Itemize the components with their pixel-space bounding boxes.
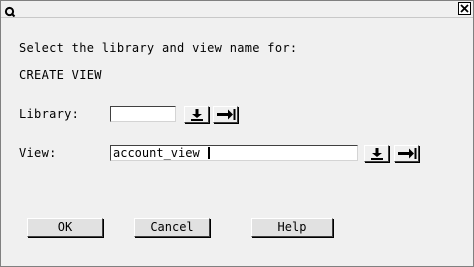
command-text: CREATE VIEW — [19, 68, 102, 82]
help-button[interactable]: Help — [251, 218, 333, 237]
view-input[interactable] — [110, 145, 358, 161]
library-next-button[interactable] — [213, 106, 238, 123]
title-bar-divider — [1, 17, 473, 18]
prompt-text: Select the library and view name for: — [19, 41, 298, 55]
library-input[interactable] — [110, 106, 176, 122]
view-list-button[interactable] — [364, 145, 389, 162]
title-bar — [1, 1, 473, 18]
library-label: Library: — [19, 107, 80, 121]
view-label: View: — [19, 146, 57, 160]
dialog-window: Select the library and view name for: CR… — [0, 0, 474, 267]
arrow-down-to-line-icon — [185, 108, 208, 121]
text-caret — [208, 147, 210, 159]
close-icon — [459, 3, 470, 14]
view-next-button[interactable] — [394, 145, 419, 162]
ok-button[interactable]: OK — [27, 218, 103, 237]
arrow-right-to-line-icon — [214, 108, 237, 121]
library-list-button[interactable] — [184, 106, 209, 123]
close-button[interactable] — [458, 2, 471, 15]
arrow-down-to-line-icon — [365, 147, 388, 160]
arrow-right-to-line-icon — [395, 147, 418, 160]
q-app-icon — [4, 3, 16, 18]
cancel-button[interactable]: Cancel — [134, 218, 210, 237]
